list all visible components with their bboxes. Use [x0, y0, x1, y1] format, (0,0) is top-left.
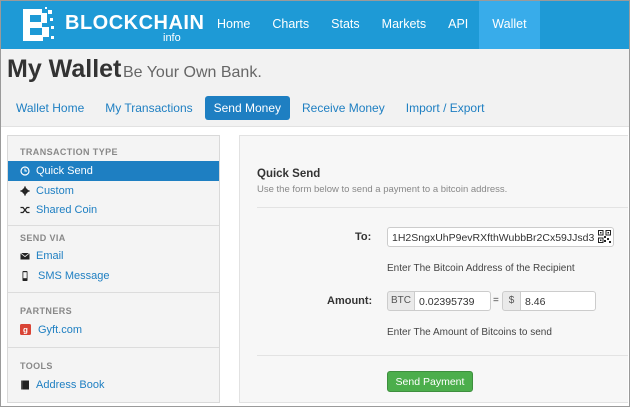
sidebar-item-label: Shared Coin	[36, 204, 98, 216]
sidebar-heading-partners: PARTNERS	[20, 306, 73, 316]
sidebar: TRANSACTION TYPE Quick Send Custom Share…	[7, 135, 220, 403]
brand-name[interactable]: BLOCKCHAIN	[65, 12, 204, 35]
sidebar-item-label: Address Book	[36, 379, 105, 391]
sidebar-divider	[8, 225, 219, 226]
tab-send-money[interactable]: Send Money	[204, 96, 291, 120]
nav-markets[interactable]: Markets	[371, 1, 437, 49]
sidebar-item-address-book[interactable]: Address Book	[8, 375, 219, 395]
sidebar-item-email[interactable]: Email	[8, 246, 219, 266]
book-icon	[21, 380, 29, 390]
tab-import-export[interactable]: Import / Export	[397, 96, 494, 120]
form-divider	[257, 355, 628, 356]
sidebar-item-label: Email	[36, 250, 64, 262]
wallet-tabs: Wallet Home My Transactions Send Money R…	[7, 96, 496, 120]
btc-amount-value: 0.02395739	[419, 296, 475, 308]
clock-icon	[20, 166, 30, 176]
form-divider	[257, 207, 628, 208]
sidebar-item-label: Custom	[36, 185, 74, 197]
form-description: Use the form below to send a payment to …	[257, 184, 508, 195]
blockchain-logo-icon[interactable]	[19, 6, 57, 44]
nav-home[interactable]: Home	[206, 1, 261, 49]
amount-label: Amount:	[327, 295, 373, 307]
nav-charts[interactable]: Charts	[261, 1, 320, 49]
top-navbar: BLOCKCHAIN info Home Charts Stats Market…	[1, 1, 629, 49]
sidebar-heading-tools: TOOLS	[20, 361, 53, 371]
gear-icon	[20, 186, 30, 196]
main-nav: Home Charts Stats Markets API Wallet	[206, 1, 540, 49]
nav-stats[interactable]: Stats	[320, 1, 371, 49]
sidebar-divider	[8, 292, 219, 293]
nav-api[interactable]: API	[437, 1, 479, 49]
sidebar-divider	[8, 347, 219, 348]
sidebar-heading-transaction-type: TRANSACTION TYPE	[20, 147, 118, 157]
sidebar-item-label: Gyft.com	[38, 324, 83, 336]
window: BLOCKCHAIN info Home Charts Stats Market…	[0, 0, 630, 407]
phone-icon	[22, 271, 28, 281]
to-help-text: Enter The Bitcoin Address of the Recipie…	[387, 263, 575, 274]
brand-sub: info	[163, 32, 181, 44]
nav-wallet[interactable]: Wallet	[479, 1, 540, 49]
amount-help-text: Enter The Amount of Bitcoins to send	[387, 327, 552, 338]
sidebar-item-label: SMS Message	[38, 270, 110, 282]
sidebar-item-custom[interactable]: Custom	[8, 181, 219, 201]
sidebar-item-sms-message[interactable]: SMS Message	[8, 266, 219, 286]
sidebar-item-quick-send[interactable]: Quick Send	[8, 161, 219, 181]
send-payment-button[interactable]: Send Payment	[387, 371, 473, 392]
to-label: To:	[355, 231, 372, 243]
form-title: Quick Send	[257, 168, 321, 180]
usd-amount-input[interactable]: 8.46	[520, 291, 596, 311]
gyft-logo-icon: g	[20, 324, 31, 335]
equals-sign: =	[493, 295, 499, 306]
qr-code-icon[interactable]	[598, 230, 611, 243]
btc-addon: BTC	[387, 291, 415, 311]
to-address-value: 1H2SngxUhP9evRXfthWubbBr2Cx59JJsd3	[392, 232, 595, 244]
svg-text:g: g	[23, 326, 28, 335]
page-title: My Wallet	[7, 55, 122, 83]
sidebar-heading-send-via: SEND VIA	[20, 233, 66, 243]
sidebar-item-shared-coin[interactable]: Shared Coin	[8, 200, 219, 220]
tab-wallet-home[interactable]: Wallet Home	[7, 96, 93, 120]
quick-send-panel: Quick Send Use the form below to send a …	[239, 135, 628, 403]
tab-my-transactions[interactable]: My Transactions	[96, 96, 201, 120]
page-subtitle: Be Your Own Bank.	[123, 64, 262, 81]
to-address-input[interactable]: 1H2SngxUhP9evRXfthWubbBr2Cx59JJsd3	[387, 227, 614, 247]
sidebar-item-label: Quick Send	[36, 165, 93, 177]
envelope-icon	[20, 252, 30, 260]
tab-receive-money[interactable]: Receive Money	[293, 96, 394, 120]
usd-amount-value: 8.46	[525, 296, 546, 308]
usd-addon: $	[502, 291, 521, 311]
btc-amount-input[interactable]: 0.02395739	[414, 291, 491, 311]
sidebar-item-gyft[interactable]: g Gyft.com	[8, 320, 219, 340]
page-header: My Wallet Be Your Own Bank. Wallet Home …	[1, 49, 629, 127]
shuffle-icon	[20, 206, 30, 214]
